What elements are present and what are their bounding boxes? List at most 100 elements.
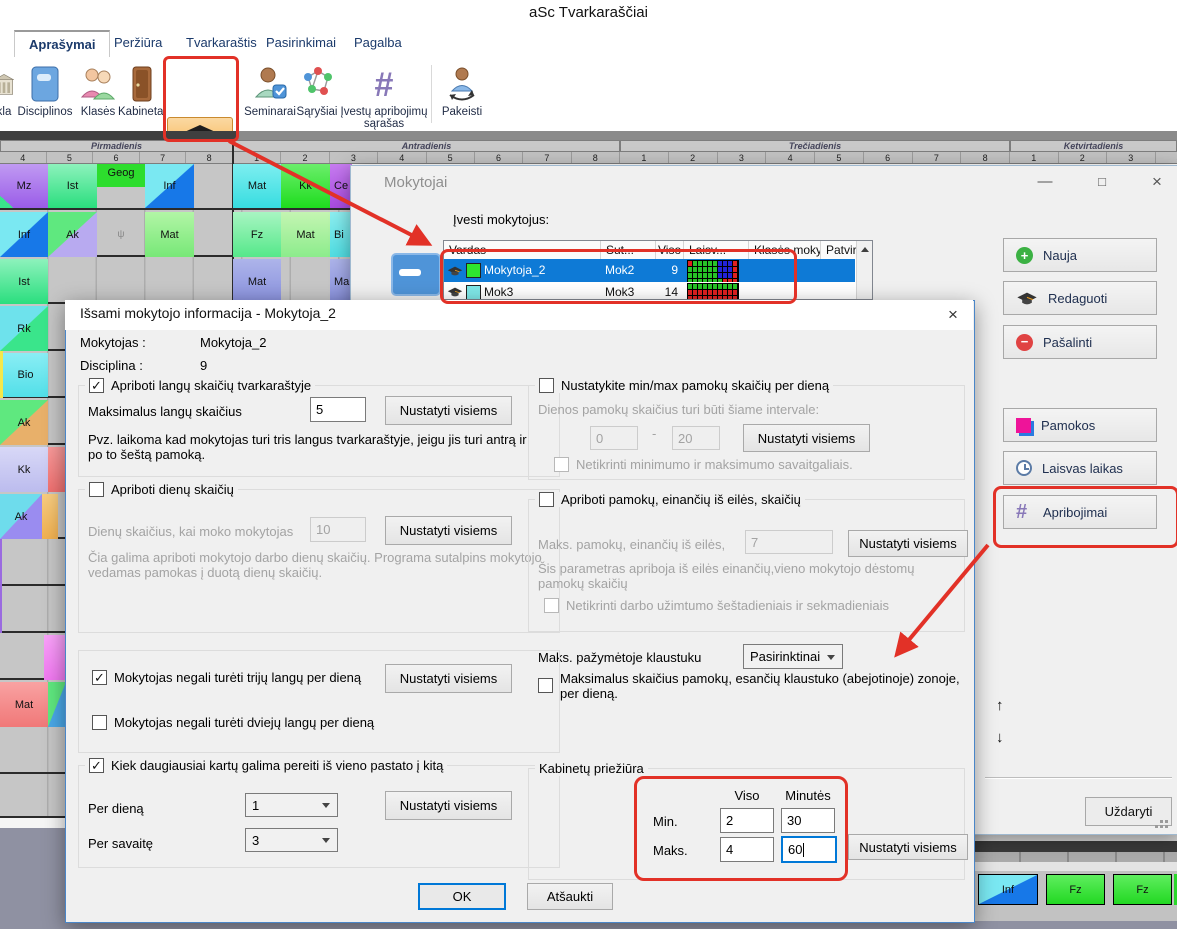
two-gaps-checkbox[interactable] <box>92 715 107 730</box>
weekend-checkbox[interactable] <box>554 457 569 472</box>
move-down-arrow[interactable]: ↓ <box>996 729 1004 746</box>
resize-grip[interactable] <box>1160 820 1163 823</box>
lesson-cell[interactable]: Ist <box>0 259 48 304</box>
weekend-work-checkbox[interactable] <box>544 598 559 613</box>
lesson-cell[interactable]: Kk <box>281 164 330 208</box>
lesson-cell[interactable]: Ak <box>48 212 97 257</box>
set-all-button[interactable]: Nustatyti visiems <box>385 396 512 425</box>
max-gaps-input[interactable]: 5 <box>310 397 366 422</box>
maximize-button[interactable]: □ <box>1085 170 1119 196</box>
lesson-cell[interactable]: Inf <box>0 212 48 257</box>
chevron-down-icon <box>827 655 835 660</box>
tab-aprasymai[interactable]: Aprašymai <box>14 30 110 58</box>
lesson-cell-psi[interactable]: ψ <box>97 212 145 257</box>
lesson-cell[interactable]: Inf <box>978 874 1038 905</box>
dialog-title: Išsami mokytojo informacija - Mokytoja_2 <box>80 305 336 321</box>
lesson-cell[interactable]: Ak <box>0 400 48 445</box>
lesson-cell[interactable]: Fz <box>1113 874 1172 905</box>
panel-border <box>973 841 1177 852</box>
cell-strip <box>48 682 66 727</box>
toolbar-label: Sąryšiai <box>294 106 340 118</box>
toolbar-item-seminars[interactable]: Seminarai <box>242 59 298 118</box>
min-lessons-input[interactable]: 0 <box>590 426 638 450</box>
group-room-header: Kabinetų priežiūra <box>535 761 648 776</box>
teachers-window-title: Mokytojai <box>384 174 447 191</box>
chevron-down-icon <box>322 803 330 808</box>
tab-perziura[interactable]: Peržiūra <box>100 30 176 56</box>
toolbar-item-constraints-list[interactable]: # Įvestų apribojimų sąrašas <box>340 59 428 130</box>
delete-teacher-button[interactable]: − Pašalinti <box>1003 325 1157 359</box>
lesson-cell[interactable]: Mat <box>233 259 281 304</box>
day-header-wednesday: Trečiadienis <box>620 140 1010 152</box>
three-gaps-row: ✓ Mokytojas negali turėti trijų langų pe… <box>88 670 365 685</box>
screen: aSc Tvarkaraščiai Aprašymai Peržiūra Tva… <box>0 0 1177 929</box>
separator-line <box>985 777 1172 779</box>
set-all-button[interactable]: Nustatyti visiems <box>385 516 512 545</box>
toolbar-item-change[interactable]: Pakeisti <box>436 59 488 118</box>
group-consecutive-header: Apriboti pamokų, einančių iš eilės, skai… <box>535 492 805 507</box>
lesson-cell[interactable]: Bio <box>3 353 48 397</box>
toolbar-item-classes[interactable]: Klasės <box>76 59 120 118</box>
column-header-patvirtinimas[interactable]: Patvirtinimas <box>821 241 856 259</box>
toolbar-item-rooms[interactable]: Kabinetai <box>118 59 166 118</box>
buildings-checkbox[interactable]: ✓ <box>89 758 104 773</box>
consecutive-checkbox[interactable] <box>539 492 554 507</box>
days-count-input[interactable]: 10 <box>310 517 366 542</box>
question-zone-select[interactable]: Pasirinktinai <box>743 644 843 669</box>
lesson-cell[interactable]: Geog <box>97 164 145 208</box>
set-all-button[interactable]: Nustatyti visiems <box>743 424 870 452</box>
per-week-select[interactable]: 3 <box>245 828 338 852</box>
per-day-select[interactable]: 1 <box>245 793 338 817</box>
consecutive-input[interactable]: 7 <box>745 530 833 554</box>
scroll-up-icon[interactable] <box>861 247 869 252</box>
lesson-cell[interactable]: Ak <box>0 494 42 539</box>
lesson-cell[interactable]: Bi <box>330 212 352 257</box>
set-all-button[interactable]: Nustatyti visiems <box>848 530 968 557</box>
minimize-button[interactable]: — <box>1028 170 1062 196</box>
menu-tab-bar: Aprašymai Peržiūra Tvarkaraštis Pasirink… <box>0 28 1177 58</box>
lesson-cell[interactable]: Ma <box>330 259 352 304</box>
lesson-cell[interactable]: Fz <box>233 212 281 257</box>
set-all-button[interactable]: Nustatyti visiems <box>848 834 968 860</box>
lesson-cell[interactable]: Mat <box>0 682 48 727</box>
toolbar-item-relations[interactable]: Sąryšiai <box>294 59 340 118</box>
set-all-button[interactable]: Nustatyti visiems <box>385 664 512 693</box>
select-value: Pasirinktinai <box>750 649 820 664</box>
day-header-thursday: Ketvirtadienis <box>1010 140 1177 152</box>
minmax-checkbox[interactable] <box>539 378 554 393</box>
checkbox-label: Apriboti langų skaičių tvarkaraštyje <box>111 378 311 393</box>
free-time-button[interactable]: Laisvas laikas <box>1003 451 1157 485</box>
days-count-label: Dienų skaičius, kai moko mokytojas <box>88 524 293 539</box>
lesson-cell[interactable]: Kk <box>0 447 48 492</box>
close-window-button[interactable]: Uždaryti <box>1085 797 1172 826</box>
edit-teacher-button[interactable]: Redaguoti <box>1003 281 1157 315</box>
lesson-cell[interactable]: Mat <box>281 212 330 257</box>
tab-pasirinkimai[interactable]: Pasirinkimai <box>252 30 350 56</box>
lessons-button[interactable]: Pamokos <box>1003 408 1157 442</box>
lesson-cell[interactable]: Rk <box>0 306 48 351</box>
tab-pagalba[interactable]: Pagalba <box>340 30 416 56</box>
set-all-button[interactable]: Nustatyti visiems <box>385 791 512 820</box>
checkbox-label: Apriboti pamokų, einančių iš eilės, skai… <box>561 492 801 507</box>
ok-button[interactable]: OK <box>418 883 506 910</box>
lesson-cell[interactable]: Mat <box>145 212 194 257</box>
toolbar-item-subjects[interactable]: Disciplinos <box>14 59 76 118</box>
new-teacher-button[interactable]: + Nauja <box>1003 238 1157 272</box>
three-gaps-checkbox[interactable]: ✓ <box>92 670 107 685</box>
lesson-cell[interactable]: Mat <box>233 164 281 208</box>
table-scrollbar[interactable] <box>856 241 873 299</box>
lesson-cell[interactable]: Fz <box>1046 874 1105 905</box>
cancel-button[interactable]: Atšaukti <box>527 883 613 910</box>
gaps-checkbox[interactable]: ✓ <box>89 378 104 393</box>
panel-border <box>237 131 1177 140</box>
toolbar-item-school[interactable]: kla <box>0 59 14 118</box>
lesson-cell[interactable]: Ce <box>330 164 352 208</box>
move-up-arrow[interactable]: ↑ <box>996 697 1004 714</box>
days-checkbox[interactable] <box>89 482 104 497</box>
max-lessons-input[interactable]: 20 <box>672 426 720 450</box>
lesson-cell[interactable]: Ist <box>48 164 97 208</box>
lesson-cell[interactable]: Inf <box>145 164 194 208</box>
lesson-cell[interactable]: Mz <box>0 164 48 208</box>
dialog-close-icon[interactable]: × <box>938 303 968 327</box>
close-button[interactable]: × <box>1140 170 1174 196</box>
